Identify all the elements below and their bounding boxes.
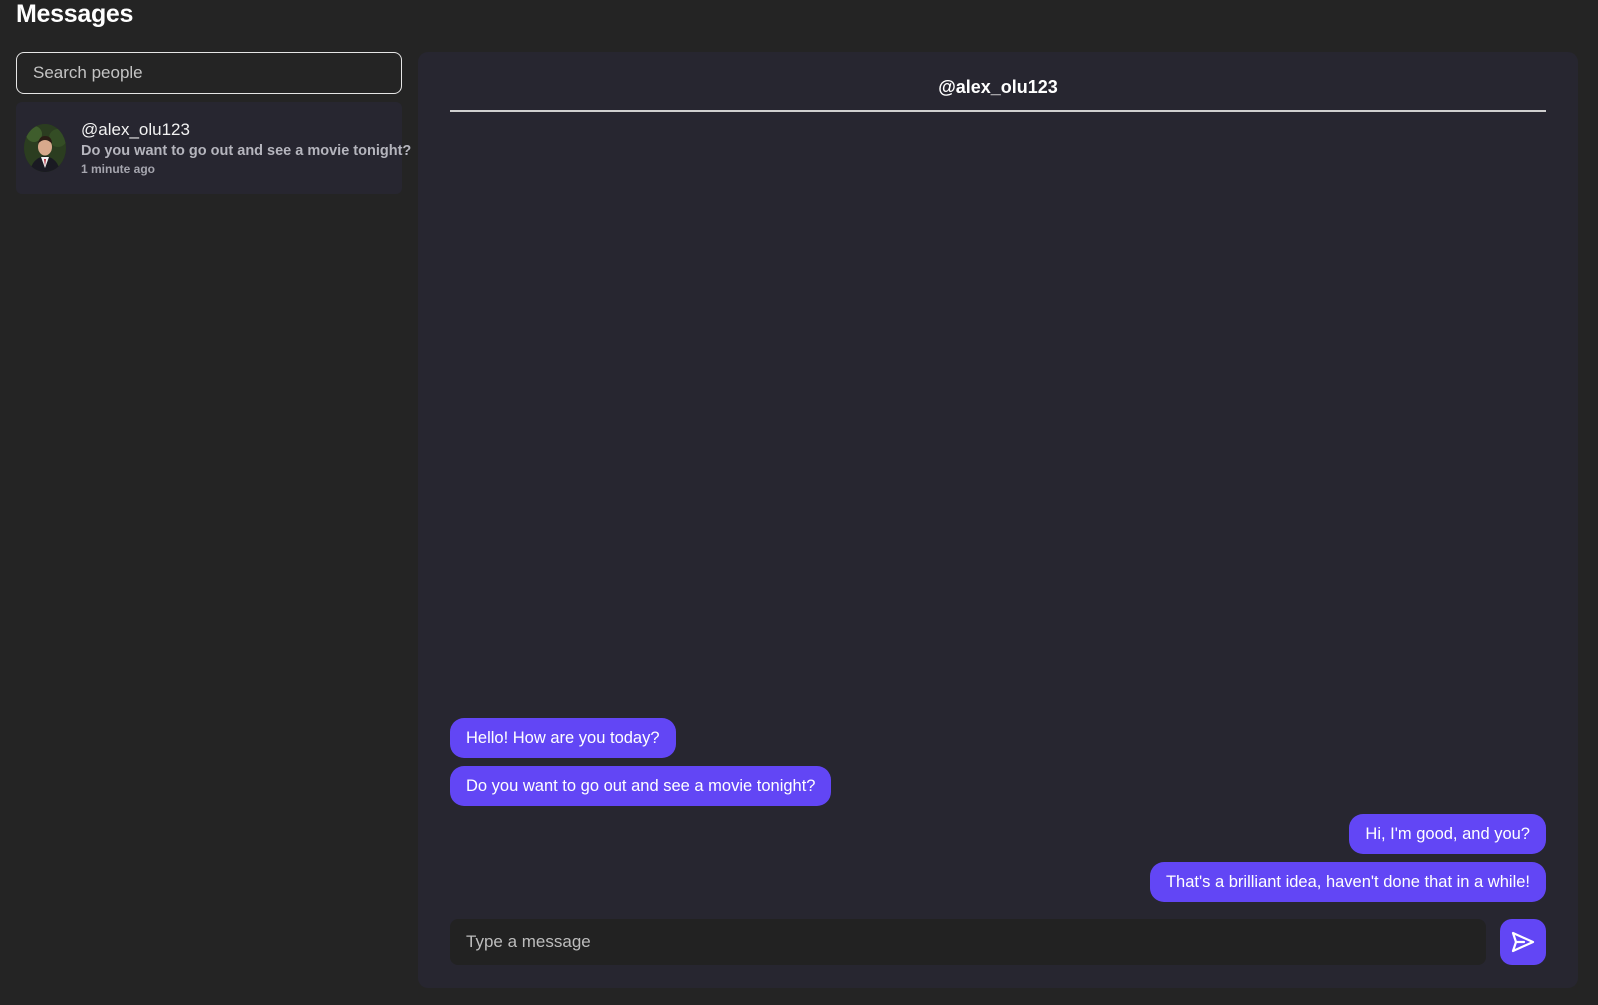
chat-header-username: @alex_olu123 (450, 74, 1546, 112)
message-row: Hi, I'm good, and you? (450, 814, 1546, 854)
message-row: That's a brilliant idea, haven't done th… (450, 862, 1546, 902)
conversation-item[interactable]: @alex_olu123 Do you want to go out and s… (16, 102, 411, 194)
message-list: Hello! How are you today? Do you want to… (450, 718, 1546, 910)
search-people-input[interactable] (16, 52, 402, 94)
message-input[interactable] (450, 919, 1486, 965)
conversation-sidebar: @alex_olu123 Do you want to go out and s… (16, 52, 411, 1005)
message-row: Do you want to go out and see a movie to… (450, 766, 1546, 806)
send-button[interactable] (1500, 919, 1546, 965)
page-title: Messages (16, 0, 134, 28)
chat-panel: @alex_olu123 Hello! How are you today? D… (418, 52, 1578, 988)
conversation-text: @alex_olu123 Do you want to go out and s… (81, 120, 411, 176)
conversation-username: @alex_olu123 (81, 120, 190, 139)
send-icon (1511, 931, 1535, 953)
sent-message-bubble: That's a brilliant idea, haven't done th… (1149, 862, 1546, 902)
conversation-preview: Do you want to go out and see a movie to… (81, 143, 412, 159)
conversation-timestamp: 1 minute ago (81, 162, 156, 176)
user-avatar-icon (24, 124, 66, 172)
sent-message-bubble: Hi, I'm good, and you? (1349, 814, 1546, 854)
received-message-bubble: Hello! How are you today? (450, 718, 676, 758)
avatar (24, 124, 66, 172)
message-row: Hello! How are you today? (450, 718, 1546, 758)
received-message-bubble: Do you want to go out and see a movie to… (450, 766, 832, 806)
message-composer (450, 919, 1546, 965)
